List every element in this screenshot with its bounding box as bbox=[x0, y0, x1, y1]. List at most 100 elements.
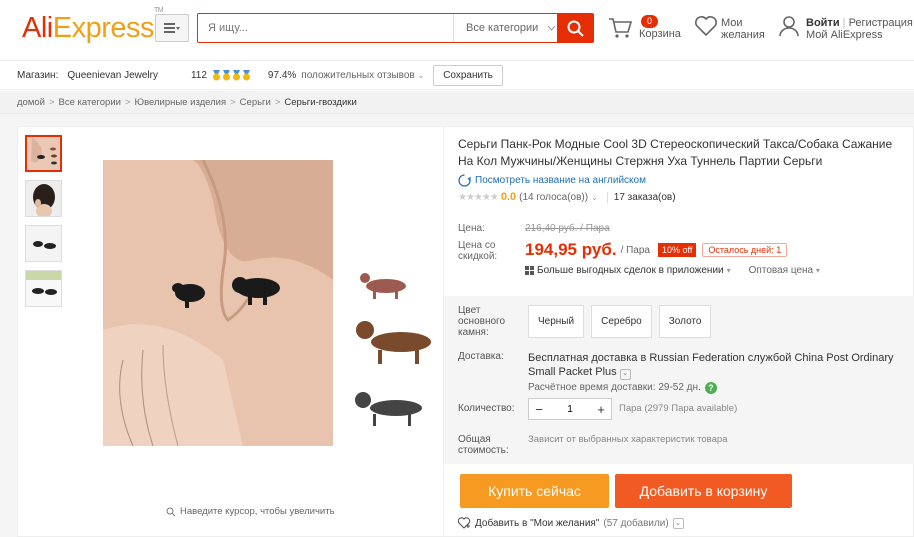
product-details: Серьги Панк-Рок Модные Cool 3D Стереоско… bbox=[444, 126, 914, 537]
my-aliexpress-link[interactable]: Мой AliExpress bbox=[806, 29, 883, 41]
wishlist-add-text: Добавить в "Мои желания" bbox=[475, 517, 600, 529]
discount-price-row: Цена со скидкой: 194,95 руб. / Пара 10% … bbox=[458, 240, 898, 262]
total-row: Общая стоимость: Зависит от выбранных ха… bbox=[458, 434, 727, 456]
app-deals-link[interactable]: Больше выгодных сделок в приложении ▾ bbox=[525, 265, 731, 276]
quantity-increase-button[interactable]: + bbox=[591, 399, 611, 419]
rating-value: 0.0 bbox=[500, 191, 517, 203]
app-deals-text: Больше выгодных сделок в приложении bbox=[537, 265, 724, 276]
positive-feedback-label: положительных отзывов bbox=[301, 69, 415, 81]
cart-count-badge: 0 bbox=[641, 15, 659, 28]
add-to-cart-button[interactable]: Добавить в корзину bbox=[615, 474, 792, 508]
thumbnail-image bbox=[26, 181, 61, 216]
account-menu[interactable]: Войти | Регистрация Мой AliExpress bbox=[778, 15, 914, 41]
help-icon[interactable]: ? bbox=[704, 381, 717, 394]
breadcrumb-jewelry[interactable]: Ювелирные изделия bbox=[135, 97, 227, 108]
register-link[interactable]: Регистрация bbox=[849, 17, 913, 29]
logo-express-text: Express bbox=[52, 12, 155, 44]
product-gallery: Наведите курсор, чтобы увеличить bbox=[17, 126, 444, 537]
store-score: 112 bbox=[190, 69, 207, 81]
wishlist-label: Мои желания bbox=[721, 17, 771, 41]
cart-link[interactable]: 0 Корзина bbox=[608, 15, 688, 45]
thumbnail-image bbox=[27, 137, 60, 170]
buy-now-button[interactable]: Купить сейчас bbox=[460, 474, 609, 508]
search-category-label: Все категории bbox=[466, 22, 539, 34]
old-price: 216,40 руб. / Пара bbox=[525, 223, 610, 234]
color-options: Черный Серебро Золото bbox=[528, 305, 718, 338]
total-note: Зависит от выбранных характеристик товар… bbox=[528, 434, 728, 445]
shipping-row: Доставка: Бесплатная доставка в Russian … bbox=[458, 351, 898, 394]
zoom-hint-text: Наведите курсор, чтобы увеличить bbox=[180, 506, 335, 517]
quantity-decrease-button[interactable]: − bbox=[529, 399, 549, 419]
color-label: Цвет основного камня: bbox=[458, 305, 506, 338]
heart-plus-icon bbox=[458, 517, 471, 529]
shipping-label: Доставка: bbox=[458, 351, 504, 362]
color-option-gold[interactable]: Золото bbox=[658, 305, 712, 338]
color-option-row: Цвет основного камня: Черный Серебро Зол… bbox=[458, 305, 718, 338]
positive-feedback-pct: 97.4% bbox=[267, 69, 297, 81]
color-option-black[interactable]: Черный bbox=[528, 305, 585, 338]
breadcrumb: домой > Все категории > Ювелирные изделия >… bbox=[0, 91, 914, 114]
site-header: AliExpressTM Все категории 0 Корзина Мои… bbox=[0, 0, 914, 60]
product-main-image[interactable] bbox=[103, 160, 433, 446]
medal-icon bbox=[242, 69, 250, 80]
store-bar: Магазин: Queenievan Jewelry 112 97.4% по… bbox=[0, 60, 914, 90]
cart-icon bbox=[609, 18, 632, 38]
rating-votes[interactable]: (14 голоса(ов)) bbox=[519, 192, 588, 203]
wishlist-link[interactable]: Мои желания bbox=[694, 15, 765, 41]
login-link[interactable]: Войти bbox=[806, 17, 840, 29]
thumbnail-2[interactable] bbox=[25, 180, 62, 217]
breadcrumb-all-categories[interactable]: Все категории bbox=[59, 97, 121, 108]
thumbnail-image bbox=[26, 271, 61, 306]
store-name-link[interactable]: Queenievan Jewelry bbox=[67, 70, 158, 81]
category-menu-button[interactable] bbox=[155, 14, 189, 42]
color-option-silver[interactable]: Серебро bbox=[591, 305, 652, 338]
hamburger-icon bbox=[164, 23, 180, 33]
thumbnail-1[interactable] bbox=[25, 135, 62, 172]
quantity-input[interactable] bbox=[549, 399, 591, 419]
breadcrumb-sep: > bbox=[124, 96, 131, 108]
wish-line-2: желания bbox=[721, 29, 765, 41]
logo-ali-text: Ali bbox=[22, 12, 53, 44]
thumbnail-image bbox=[26, 226, 61, 261]
thumbnail-3[interactable] bbox=[25, 225, 62, 262]
translate-title-link[interactable]: Посмотреть название на английском bbox=[458, 174, 646, 187]
heart-icon bbox=[695, 16, 717, 37]
positive-feedback-dropdown[interactable]: положительных отзывов ⌄ bbox=[301, 70, 424, 81]
thumbnail-4[interactable] bbox=[25, 270, 62, 307]
chevron-down-icon: ⌄ bbox=[591, 192, 598, 202]
breadcrumb-stud-earrings: Серьги-гвоздики bbox=[284, 96, 357, 108]
search-button[interactable] bbox=[557, 14, 593, 42]
wishlist-count: (57 добавили) bbox=[603, 517, 669, 529]
discount-badge: 10% off bbox=[658, 243, 697, 257]
chevron-down-icon bbox=[548, 25, 556, 31]
delivery-time: Расчётное время доставки: 29-52 дн. bbox=[528, 382, 701, 393]
add-to-wishlist[interactable]: Добавить в "Мои желания" (57 добавили) ⌄ bbox=[458, 517, 684, 529]
search-input[interactable] bbox=[198, 14, 453, 42]
breadcrumb-sep: > bbox=[48, 96, 55, 108]
wholesale-text: Оптовая цена bbox=[748, 265, 814, 276]
new-price: 194,95 руб. bbox=[525, 240, 617, 259]
quantity-row: Количество: − + Пара (2979 Пара availabl… bbox=[458, 398, 737, 420]
wholesale-link[interactable]: Оптовая цена ▾ bbox=[749, 265, 820, 276]
price-block: Цена: 216,40 руб. / Пара Цена со скидкой… bbox=[458, 223, 898, 276]
translate-link-text: Посмотреть название на английском bbox=[475, 175, 646, 186]
save-store-button[interactable]: Сохранить bbox=[433, 64, 503, 86]
days-left-badge: Осталось дней: 1 bbox=[702, 243, 788, 257]
medal-icon bbox=[212, 69, 220, 80]
search-category-select[interactable]: Все категории bbox=[453, 14, 557, 42]
shipping-dropdown-icon[interactable]: ⌄ bbox=[619, 368, 631, 380]
wishlist-dropdown-icon[interactable]: ⌄ bbox=[672, 517, 684, 529]
breadcrumb-home[interactable]: домой bbox=[17, 97, 45, 108]
rating-stars-icon: ★★★★★ bbox=[458, 191, 499, 203]
chevron-down-icon: ▾ bbox=[815, 266, 820, 275]
cart-label: Корзина bbox=[639, 28, 681, 40]
aliexpress-logo[interactable]: AliExpressTM bbox=[22, 7, 164, 45]
user-icon bbox=[779, 16, 799, 37]
breadcrumb-earrings[interactable]: Серьги bbox=[240, 97, 271, 108]
wish-line-1: Мои bbox=[721, 17, 743, 29]
medal-icon bbox=[222, 69, 230, 80]
account-login-register: Войти | Регистрация bbox=[806, 17, 913, 29]
price-unit: / Пара bbox=[620, 245, 650, 256]
medal-icon bbox=[232, 69, 240, 80]
store-medals bbox=[212, 69, 251, 81]
